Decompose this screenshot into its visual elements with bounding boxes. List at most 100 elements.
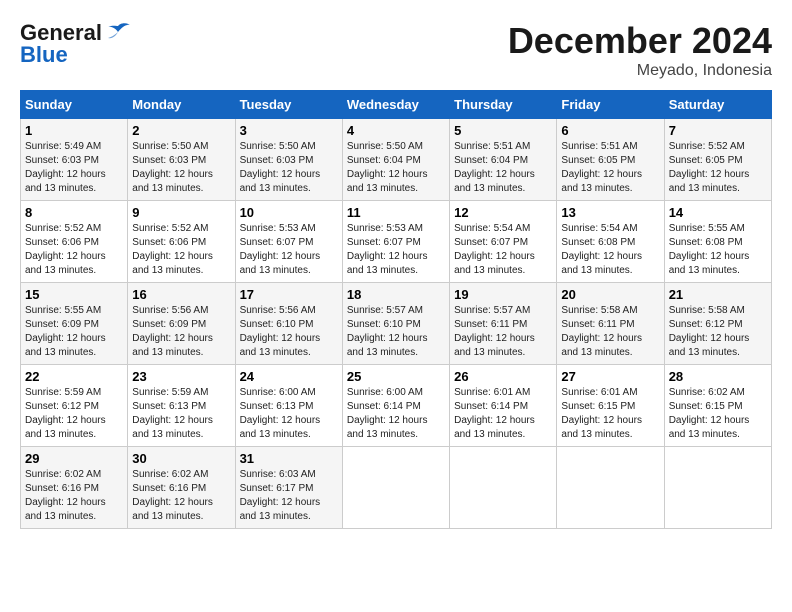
day-number: 1 bbox=[25, 123, 123, 138]
calendar-cell: 17 Sunrise: 5:56 AMSunset: 6:10 PMDaylig… bbox=[235, 283, 342, 365]
calendar-cell: 4 Sunrise: 5:50 AMSunset: 6:04 PMDayligh… bbox=[342, 119, 449, 201]
calendar-cell: 27 Sunrise: 6:01 AMSunset: 6:15 PMDaylig… bbox=[557, 365, 664, 447]
day-info: Sunrise: 5:51 AMSunset: 6:04 PMDaylight:… bbox=[454, 141, 535, 194]
day-number: 29 bbox=[25, 451, 123, 466]
day-info: Sunrise: 5:54 AMSunset: 6:07 PMDaylight:… bbox=[454, 223, 535, 276]
page-header: General Blue December 2024 Meyado, Indon… bbox=[20, 20, 772, 80]
calendar-cell: 8 Sunrise: 5:52 AMSunset: 6:06 PMDayligh… bbox=[21, 201, 128, 283]
day-info: Sunrise: 5:54 AMSunset: 6:08 PMDaylight:… bbox=[561, 223, 642, 276]
calendar-cell: 21 Sunrise: 5:58 AMSunset: 6:12 PMDaylig… bbox=[664, 283, 771, 365]
calendar-day-header: Monday bbox=[128, 91, 235, 119]
day-number: 19 bbox=[454, 287, 552, 302]
calendar-cell: 26 Sunrise: 6:01 AMSunset: 6:14 PMDaylig… bbox=[450, 365, 557, 447]
calendar-cell bbox=[342, 447, 449, 529]
day-info: Sunrise: 5:58 AMSunset: 6:11 PMDaylight:… bbox=[561, 305, 642, 358]
calendar-day-header: Wednesday bbox=[342, 91, 449, 119]
day-number: 13 bbox=[561, 205, 659, 220]
day-info: Sunrise: 5:50 AMSunset: 6:04 PMDaylight:… bbox=[347, 141, 428, 194]
day-number: 24 bbox=[240, 369, 338, 384]
day-number: 23 bbox=[132, 369, 230, 384]
logo: General Blue bbox=[20, 20, 132, 68]
calendar-cell: 7 Sunrise: 5:52 AMSunset: 6:05 PMDayligh… bbox=[664, 119, 771, 201]
day-info: Sunrise: 5:50 AMSunset: 6:03 PMDaylight:… bbox=[240, 141, 321, 194]
calendar-cell: 14 Sunrise: 5:55 AMSunset: 6:08 PMDaylig… bbox=[664, 201, 771, 283]
day-number: 7 bbox=[669, 123, 767, 138]
calendar-cell: 16 Sunrise: 5:56 AMSunset: 6:09 PMDaylig… bbox=[128, 283, 235, 365]
day-info: Sunrise: 6:00 AMSunset: 6:14 PMDaylight:… bbox=[347, 387, 428, 440]
calendar-cell: 28 Sunrise: 6:02 AMSunset: 6:15 PMDaylig… bbox=[664, 365, 771, 447]
day-info: Sunrise: 5:52 AMSunset: 6:05 PMDaylight:… bbox=[669, 141, 750, 194]
calendar-cell: 6 Sunrise: 5:51 AMSunset: 6:05 PMDayligh… bbox=[557, 119, 664, 201]
day-info: Sunrise: 6:00 AMSunset: 6:13 PMDaylight:… bbox=[240, 387, 321, 440]
day-info: Sunrise: 6:02 AMSunset: 6:16 PMDaylight:… bbox=[25, 469, 106, 522]
calendar-cell bbox=[450, 447, 557, 529]
calendar-day-header: Sunday bbox=[21, 91, 128, 119]
calendar-day-header: Thursday bbox=[450, 91, 557, 119]
calendar-body: 1 Sunrise: 5:49 AMSunset: 6:03 PMDayligh… bbox=[21, 119, 772, 529]
day-info: Sunrise: 5:56 AMSunset: 6:09 PMDaylight:… bbox=[132, 305, 213, 358]
calendar-cell: 24 Sunrise: 6:00 AMSunset: 6:13 PMDaylig… bbox=[235, 365, 342, 447]
calendar-cell: 13 Sunrise: 5:54 AMSunset: 6:08 PMDaylig… bbox=[557, 201, 664, 283]
calendar-cell: 22 Sunrise: 5:59 AMSunset: 6:12 PMDaylig… bbox=[21, 365, 128, 447]
calendar-cell: 19 Sunrise: 5:57 AMSunset: 6:11 PMDaylig… bbox=[450, 283, 557, 365]
day-number: 16 bbox=[132, 287, 230, 302]
calendar-cell: 29 Sunrise: 6:02 AMSunset: 6:16 PMDaylig… bbox=[21, 447, 128, 529]
day-number: 9 bbox=[132, 205, 230, 220]
day-number: 20 bbox=[561, 287, 659, 302]
calendar-cell bbox=[664, 447, 771, 529]
calendar-header-row: SundayMondayTuesdayWednesdayThursdayFrid… bbox=[21, 91, 772, 119]
calendar-cell: 18 Sunrise: 5:57 AMSunset: 6:10 PMDaylig… bbox=[342, 283, 449, 365]
day-info: Sunrise: 5:51 AMSunset: 6:05 PMDaylight:… bbox=[561, 141, 642, 194]
day-info: Sunrise: 5:52 AMSunset: 6:06 PMDaylight:… bbox=[25, 223, 106, 276]
calendar-day-header: Friday bbox=[557, 91, 664, 119]
day-info: Sunrise: 5:49 AMSunset: 6:03 PMDaylight:… bbox=[25, 141, 106, 194]
day-number: 14 bbox=[669, 205, 767, 220]
day-info: Sunrise: 6:01 AMSunset: 6:15 PMDaylight:… bbox=[561, 387, 642, 440]
day-number: 26 bbox=[454, 369, 552, 384]
day-number: 12 bbox=[454, 205, 552, 220]
day-info: Sunrise: 5:59 AMSunset: 6:13 PMDaylight:… bbox=[132, 387, 213, 440]
day-info: Sunrise: 6:01 AMSunset: 6:14 PMDaylight:… bbox=[454, 387, 535, 440]
day-number: 11 bbox=[347, 205, 445, 220]
calendar-day-header: Tuesday bbox=[235, 91, 342, 119]
calendar-cell: 3 Sunrise: 5:50 AMSunset: 6:03 PMDayligh… bbox=[235, 119, 342, 201]
calendar-week-row: 22 Sunrise: 5:59 AMSunset: 6:12 PMDaylig… bbox=[21, 365, 772, 447]
calendar-week-row: 8 Sunrise: 5:52 AMSunset: 6:06 PMDayligh… bbox=[21, 201, 772, 283]
calendar-cell: 12 Sunrise: 5:54 AMSunset: 6:07 PMDaylig… bbox=[450, 201, 557, 283]
day-info: Sunrise: 6:02 AMSunset: 6:16 PMDaylight:… bbox=[132, 469, 213, 522]
day-info: Sunrise: 6:03 AMSunset: 6:17 PMDaylight:… bbox=[240, 469, 321, 522]
calendar-cell: 15 Sunrise: 5:55 AMSunset: 6:09 PMDaylig… bbox=[21, 283, 128, 365]
logo-bird-icon bbox=[104, 22, 132, 44]
calendar-cell: 31 Sunrise: 6:03 AMSunset: 6:17 PMDaylig… bbox=[235, 447, 342, 529]
main-title: December 2024 bbox=[508, 20, 772, 62]
day-number: 8 bbox=[25, 205, 123, 220]
calendar-cell: 10 Sunrise: 5:53 AMSunset: 6:07 PMDaylig… bbox=[235, 201, 342, 283]
day-number: 28 bbox=[669, 369, 767, 384]
day-number: 5 bbox=[454, 123, 552, 138]
day-info: Sunrise: 5:58 AMSunset: 6:12 PMDaylight:… bbox=[669, 305, 750, 358]
calendar-cell: 1 Sunrise: 5:49 AMSunset: 6:03 PMDayligh… bbox=[21, 119, 128, 201]
day-info: Sunrise: 5:50 AMSunset: 6:03 PMDaylight:… bbox=[132, 141, 213, 194]
day-info: Sunrise: 6:02 AMSunset: 6:15 PMDaylight:… bbox=[669, 387, 750, 440]
subtitle: Meyado, Indonesia bbox=[508, 62, 772, 80]
day-info: Sunrise: 5:55 AMSunset: 6:09 PMDaylight:… bbox=[25, 305, 106, 358]
day-info: Sunrise: 5:59 AMSunset: 6:12 PMDaylight:… bbox=[25, 387, 106, 440]
day-info: Sunrise: 5:53 AMSunset: 6:07 PMDaylight:… bbox=[240, 223, 321, 276]
day-info: Sunrise: 5:55 AMSunset: 6:08 PMDaylight:… bbox=[669, 223, 750, 276]
day-info: Sunrise: 5:57 AMSunset: 6:10 PMDaylight:… bbox=[347, 305, 428, 358]
day-number: 31 bbox=[240, 451, 338, 466]
calendar-cell: 30 Sunrise: 6:02 AMSunset: 6:16 PMDaylig… bbox=[128, 447, 235, 529]
calendar-cell: 11 Sunrise: 5:53 AMSunset: 6:07 PMDaylig… bbox=[342, 201, 449, 283]
day-number: 3 bbox=[240, 123, 338, 138]
calendar-cell: 9 Sunrise: 5:52 AMSunset: 6:06 PMDayligh… bbox=[128, 201, 235, 283]
day-number: 21 bbox=[669, 287, 767, 302]
calendar-day-header: Saturday bbox=[664, 91, 771, 119]
day-info: Sunrise: 5:52 AMSunset: 6:06 PMDaylight:… bbox=[132, 223, 213, 276]
day-number: 22 bbox=[25, 369, 123, 384]
calendar-table: SundayMondayTuesdayWednesdayThursdayFrid… bbox=[20, 90, 772, 529]
day-number: 4 bbox=[347, 123, 445, 138]
calendar-cell: 20 Sunrise: 5:58 AMSunset: 6:11 PMDaylig… bbox=[557, 283, 664, 365]
day-number: 18 bbox=[347, 287, 445, 302]
day-info: Sunrise: 5:56 AMSunset: 6:10 PMDaylight:… bbox=[240, 305, 321, 358]
day-info: Sunrise: 5:53 AMSunset: 6:07 PMDaylight:… bbox=[347, 223, 428, 276]
